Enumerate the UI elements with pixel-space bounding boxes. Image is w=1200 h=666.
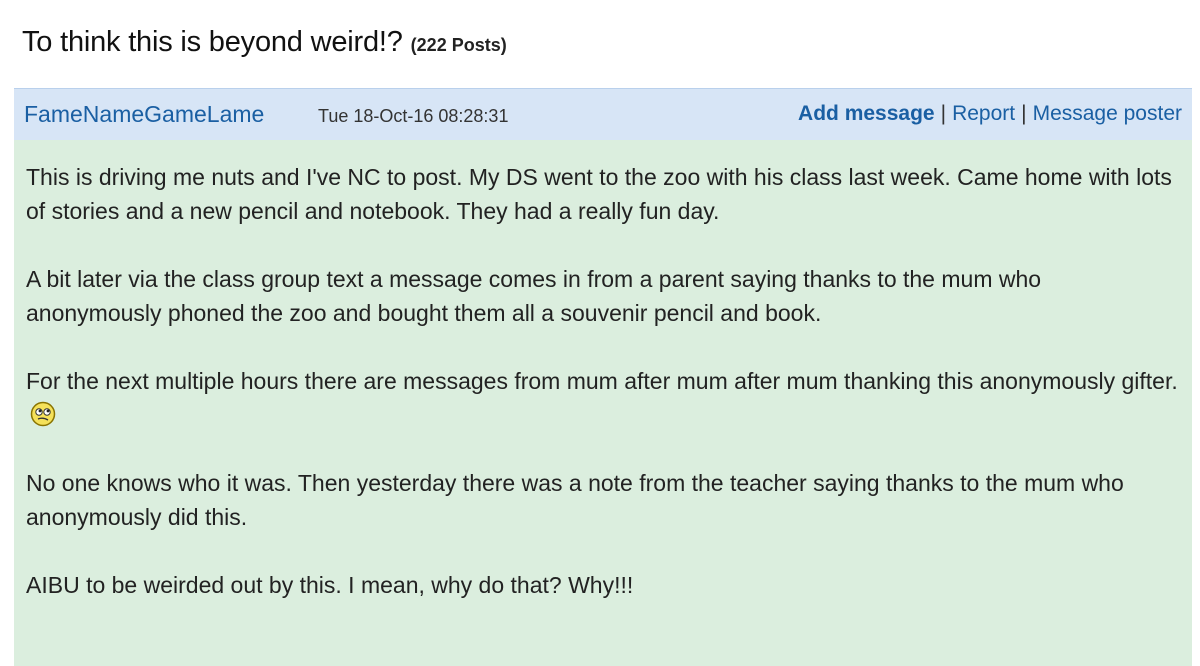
- post-header: FameNameGameLame Tue 18-Oct-16 08:28:31 …: [14, 88, 1192, 140]
- post-body: This is driving me nuts and I've NC to p…: [14, 140, 1192, 666]
- separator: |: [940, 102, 947, 125]
- post-actions: Add message | Report | Message poster: [798, 102, 1182, 126]
- add-message-link[interactable]: Add message: [798, 102, 935, 126]
- separator: |: [1021, 102, 1027, 125]
- confused-face-icon: [30, 401, 56, 427]
- thread-header: To think this is beyond weird!? (222 Pos…: [22, 26, 507, 76]
- post-count: (222 Posts): [410, 35, 507, 55]
- poster-name-link[interactable]: FameNameGameLame: [24, 101, 264, 128]
- post-paragraph-text: For the next multiple hours there are me…: [26, 368, 1178, 394]
- message-poster-link[interactable]: Message poster: [1033, 102, 1182, 126]
- post-paragraph: AIBU to be weirded out by this. I mean, …: [26, 572, 634, 598]
- post-paragraph: A bit later via the class group text a m…: [26, 266, 1042, 326]
- post-paragraph: No one knows who it was. Then yesterday …: [26, 470, 1124, 530]
- report-link[interactable]: Report: [952, 102, 1015, 126]
- post-paragraph: For the next multiple hours there are me…: [26, 364, 1180, 432]
- post-timestamp: Tue 18-Oct-16 08:28:31: [318, 106, 509, 126]
- thread-title: To think this is beyond weird!?: [22, 26, 403, 58]
- post-paragraph: This is driving me nuts and I've NC to p…: [26, 164, 1172, 224]
